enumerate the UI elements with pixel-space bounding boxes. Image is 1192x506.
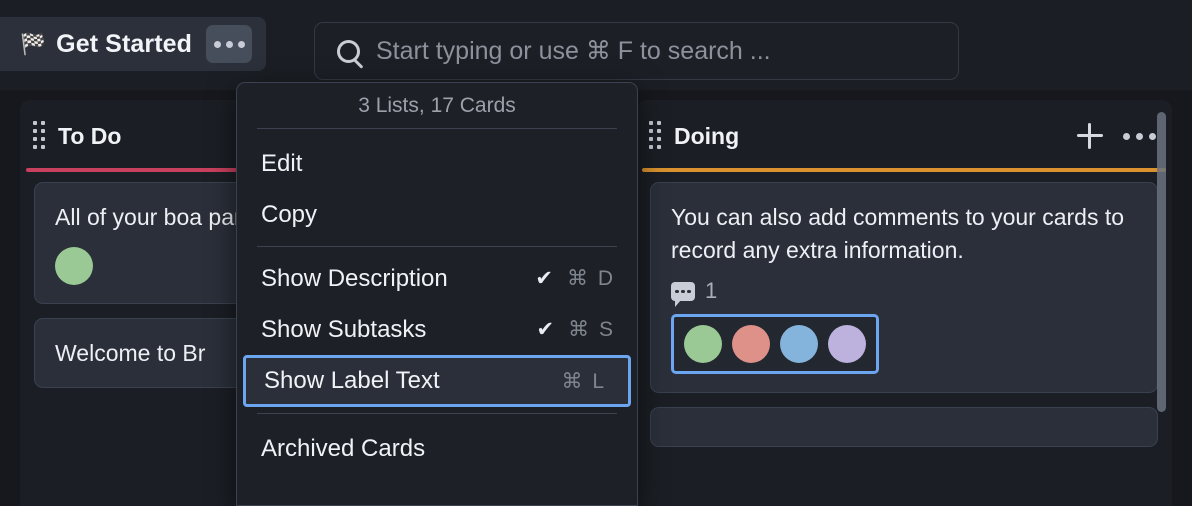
app-root: 🏁 Get Started Start typing or use ⌘ F to… — [0, 0, 1192, 506]
card[interactable]: You can also add comments to your cards … — [650, 182, 1158, 394]
checkered-flag-icon: 🏁 — [20, 32, 47, 56]
menu-item-label: Copy — [261, 200, 318, 228]
label-dot[interactable] — [55, 246, 93, 285]
page-title: Get Started — [56, 29, 193, 58]
search-icon — [337, 39, 360, 63]
menu-item-shortcut: ⌘ S — [568, 318, 615, 341]
dot-icon — [237, 40, 245, 48]
list-title: Doing — [674, 122, 740, 149]
search-input[interactable]: Start typing or use ⌘ F to search ... — [376, 36, 771, 66]
menu-item-shortcut: ⌘ L — [561, 369, 606, 393]
menu-item-show-description[interactable]: Show Description ✔ ⌘ D — [237, 253, 637, 304]
menu-item-label: Archived Cards — [261, 434, 426, 462]
menu-item-label: Edit — [261, 149, 303, 177]
board-options-button[interactable] — [206, 25, 253, 63]
menu-item-label: Show Label Text — [264, 367, 440, 394]
list-doing: Doing You can also add comments to your … — [636, 100, 1172, 506]
menu-header: 3 Lists, 17 Cards — [358, 94, 516, 117]
card-meta: 1 — [671, 278, 1137, 307]
list-scrollbar[interactable] — [1157, 112, 1166, 412]
dot-icon — [225, 40, 233, 48]
menu-item-label: Show Description — [261, 264, 448, 292]
top-bar: 🏁 Get Started Start typing or use ⌘ F to… — [0, 0, 1192, 90]
menu-item-shortcut: ⌘ D — [567, 267, 615, 290]
check-icon: ✔ — [535, 267, 553, 290]
card[interactable] — [650, 407, 1158, 448]
drag-handle-icon[interactable] — [32, 121, 48, 149]
comment-icon — [671, 281, 695, 307]
label-dot[interactable] — [828, 325, 866, 364]
menu-item-show-label-text[interactable]: Show Label Text ⌘ L — [243, 355, 631, 407]
card-container-doing: You can also add comments to your cards … — [636, 172, 1172, 448]
menu-item-copy[interactable]: Copy — [237, 189, 637, 240]
menu-item-show-subtasks[interactable]: Show Subtasks ✔ ⌘ S — [237, 304, 637, 355]
drag-handle-icon[interactable] — [648, 121, 664, 149]
list-options-button[interactable] — [1121, 127, 1158, 146]
label-dot[interactable] — [780, 325, 818, 364]
search-bar[interactable]: Start typing or use ⌘ F to search ... — [314, 22, 959, 80]
menu-item-archived-cards[interactable]: Archived Cards — [237, 423, 637, 474]
label-dot[interactable] — [684, 325, 722, 364]
add-card-button[interactable] — [1077, 123, 1103, 149]
dot-icon — [1123, 132, 1130, 140]
menu-item-label: Show Subtasks — [261, 315, 427, 343]
dot-icon — [213, 40, 221, 48]
board-tab[interactable]: 🏁 Get Started — [0, 17, 267, 71]
list-title: To Do — [58, 122, 122, 149]
dot-icon — [1149, 132, 1156, 140]
list-header-doing: Doing — [636, 100, 1172, 172]
card-labels — [671, 314, 879, 375]
label-dot[interactable] — [732, 325, 770, 364]
list-header-actions — [1077, 123, 1158, 149]
menu-item-edit[interactable]: Edit — [237, 138, 637, 189]
dot-icon — [1136, 132, 1143, 140]
check-icon: ✔ — [536, 318, 555, 341]
comment-count: 1 — [705, 278, 718, 304]
card-text: You can also add comments to your cards … — [671, 204, 1125, 263]
board-options-menu: 3 Lists, 17 Cards Edit Copy Show Descrip… — [236, 82, 638, 506]
